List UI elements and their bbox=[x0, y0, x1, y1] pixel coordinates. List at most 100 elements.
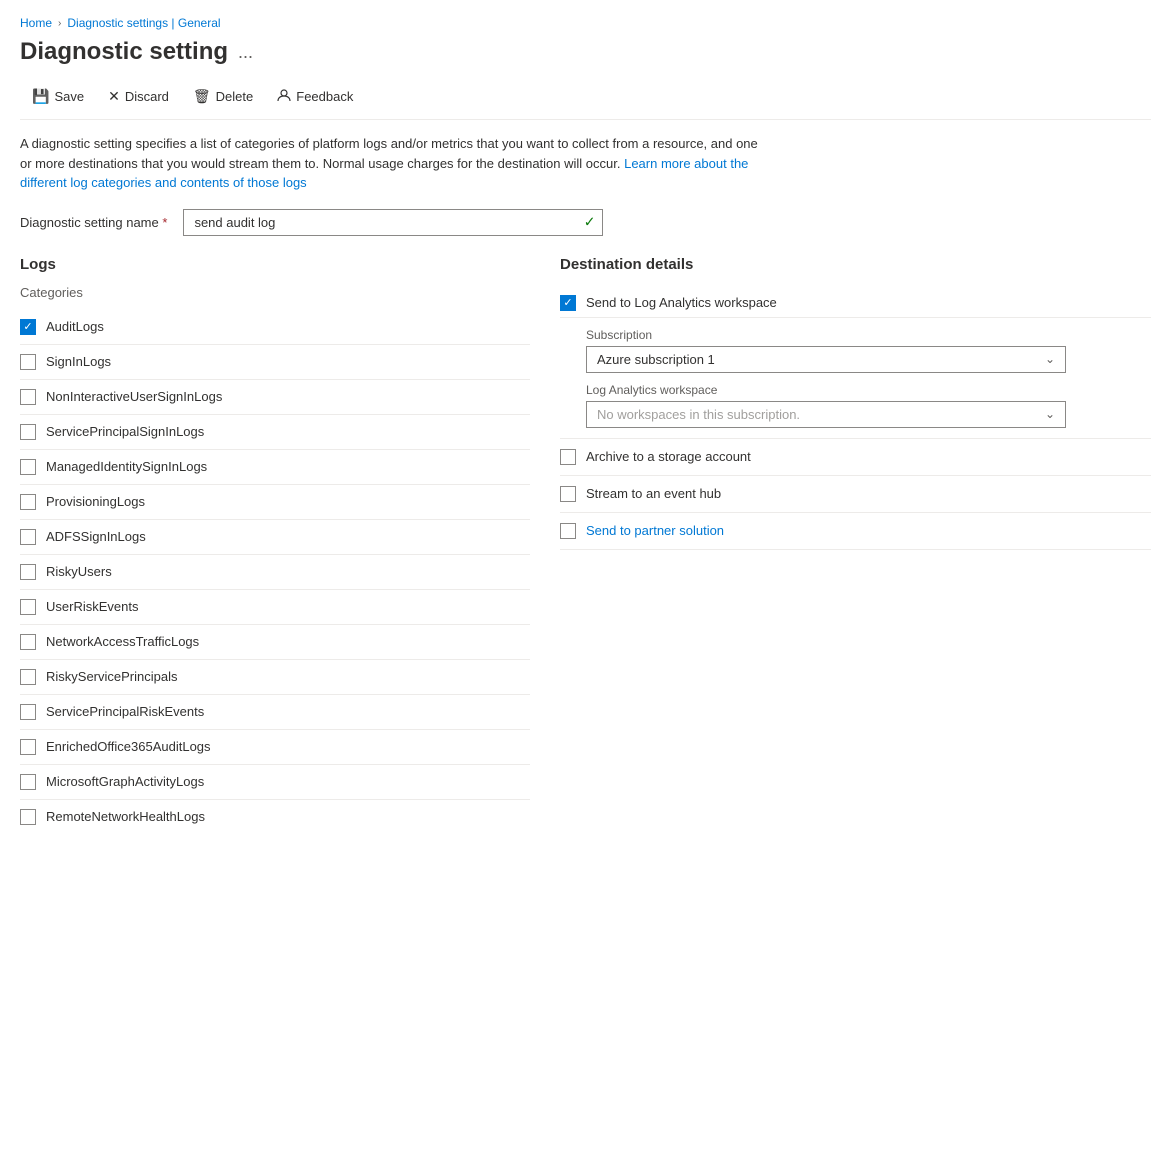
storage-checkbox[interactable] bbox=[560, 449, 576, 465]
category-label-provisioning: ProvisioningLogs bbox=[46, 494, 145, 509]
category-checkbox-serviceprincipal[interactable] bbox=[20, 424, 36, 440]
category-checkbox-enriched[interactable] bbox=[20, 739, 36, 755]
page-container: Home › Diagnostic settings | General Dia… bbox=[0, 0, 1171, 850]
category-checkbox-spriskevent[interactable] bbox=[20, 704, 36, 720]
breadcrumb: Home › Diagnostic settings | General bbox=[20, 16, 1151, 30]
category-label-msgraph: MicrosoftGraphActivityLogs bbox=[46, 774, 204, 789]
delete-icon: 🗑 bbox=[193, 88, 211, 105]
logs-sub-header: Categories bbox=[20, 285, 530, 300]
logs-column: Logs Categories AuditLogs SignInLogs NonIn… bbox=[20, 256, 560, 834]
category-row: SignInLogs bbox=[20, 345, 530, 380]
destination-column: Destination details Send to Log Analytic… bbox=[560, 256, 1151, 834]
diagnostic-name-label: Diagnostic setting name * bbox=[20, 215, 167, 230]
category-checkbox-provisioning[interactable] bbox=[20, 494, 36, 510]
diagnostic-name-input-wrap: ✓ bbox=[183, 209, 603, 236]
category-row: RiskyServicePrincipals bbox=[20, 660, 530, 695]
toolbar: 💾 Save ✕ Discard 🗑 Delete Feedback bbox=[20, 82, 1151, 120]
partner-checkbox[interactable] bbox=[560, 523, 576, 539]
delete-label: Delete bbox=[216, 89, 254, 104]
discard-button[interactable]: ✕ Discard bbox=[96, 82, 181, 111]
subscription-value: Azure subscription 1 bbox=[597, 352, 715, 367]
diagnostic-name-row: Diagnostic setting name * ✓ bbox=[20, 209, 1151, 236]
category-checkbox-msgraph[interactable] bbox=[20, 774, 36, 790]
workspace-chevron-icon: ⌄ bbox=[1045, 407, 1055, 421]
workspace-value: No workspaces in this subscription. bbox=[597, 407, 800, 422]
subscription-label: Subscription bbox=[586, 328, 1151, 342]
page-title-more-options[interactable]: ... bbox=[238, 42, 253, 63]
storage-label: Archive to a storage account bbox=[586, 449, 751, 464]
breadcrumb-sep-1: › bbox=[58, 18, 61, 29]
save-button[interactable]: 💾 Save bbox=[20, 82, 96, 111]
eventhub-row: Stream to an event hub bbox=[560, 476, 1151, 513]
page-title: Diagnostic setting bbox=[20, 38, 228, 66]
destination-header: Destination details bbox=[560, 256, 1151, 273]
category-label-networkacess: NetworkAccessTrafficLogs bbox=[46, 634, 199, 649]
breadcrumb-diagnostic-settings[interactable]: Diagnostic settings | General bbox=[67, 16, 220, 30]
category-row: MicrosoftGraphActivityLogs bbox=[20, 765, 530, 800]
category-row: RemoteNetworkHealthLogs bbox=[20, 800, 530, 834]
feedback-icon bbox=[277, 88, 291, 105]
category-checkbox-adfs[interactable] bbox=[20, 529, 36, 545]
workspace-label: Log Analytics workspace bbox=[586, 383, 1151, 397]
subscription-group: Subscription Azure subscription 1 ⌄ Log … bbox=[560, 318, 1151, 439]
main-content: Logs Categories AuditLogs SignInLogs NonIn… bbox=[20, 256, 1151, 834]
category-row: ProvisioningLogs bbox=[20, 485, 530, 520]
page-title-row: Diagnostic setting ... bbox=[20, 38, 1151, 66]
category-label-noninteractive: NonInteractiveUserSignInLogs bbox=[46, 389, 222, 404]
category-label-serviceprincipal: ServicePrincipalSignInLogs bbox=[46, 424, 204, 439]
delete-button[interactable]: 🗑 Delete bbox=[181, 82, 265, 111]
subscription-chevron-icon: ⌄ bbox=[1045, 352, 1055, 366]
category-row: EnrichedOffice365AuditLogs bbox=[20, 730, 530, 765]
category-row: ADFSSignInLogs bbox=[20, 520, 530, 555]
logs-section-header: Logs bbox=[20, 256, 530, 273]
category-row: ServicePrincipalRiskEvents bbox=[20, 695, 530, 730]
diagnostic-name-input[interactable] bbox=[183, 209, 603, 236]
category-row: AuditLogs bbox=[20, 310, 530, 345]
categories-list: AuditLogs SignInLogs NonInteractiveUserSig… bbox=[20, 310, 530, 834]
category-checkbox-networkacess[interactable] bbox=[20, 634, 36, 650]
category-checkbox-userrisk[interactable] bbox=[20, 599, 36, 615]
description-text: A diagnostic setting specifies a list of… bbox=[20, 134, 760, 193]
category-checkbox-remotenetwork[interactable] bbox=[20, 809, 36, 825]
category-row: RiskyUsers bbox=[20, 555, 530, 590]
category-checkbox-signin[interactable] bbox=[20, 354, 36, 370]
eventhub-label: Stream to an event hub bbox=[586, 486, 721, 501]
category-label-remotenetwork: RemoteNetworkHealthLogs bbox=[46, 809, 205, 824]
save-icon: 💾 bbox=[32, 88, 49, 105]
category-checkbox-riskyusers[interactable] bbox=[20, 564, 36, 580]
input-valid-icon: ✓ bbox=[584, 214, 596, 231]
breadcrumb-home[interactable]: Home bbox=[20, 16, 52, 30]
category-label-adfs: ADFSSignInLogs bbox=[46, 529, 146, 544]
category-label-riskyusers: RiskyUsers bbox=[46, 564, 112, 579]
category-checkbox-riskyservice[interactable] bbox=[20, 669, 36, 685]
category-row: ManagedIdentitySignInLogs bbox=[20, 450, 530, 485]
category-checkbox-audit[interactable] bbox=[20, 319, 36, 335]
log-analytics-checkbox[interactable] bbox=[560, 295, 576, 311]
eventhub-checkbox[interactable] bbox=[560, 486, 576, 502]
discard-label: Discard bbox=[125, 89, 169, 104]
category-row: NonInteractiveUserSignInLogs bbox=[20, 380, 530, 415]
category-label-audit: AuditLogs bbox=[46, 319, 104, 334]
category-label-userrisk: UserRiskEvents bbox=[46, 599, 138, 614]
partner-row: Send to partner solution bbox=[560, 513, 1151, 550]
save-label: Save bbox=[54, 89, 84, 104]
category-label-spriskevent: ServicePrincipalRiskEvents bbox=[46, 704, 204, 719]
log-analytics-label: Send to Log Analytics workspace bbox=[586, 295, 777, 310]
required-marker: * bbox=[162, 215, 167, 230]
storage-row: Archive to a storage account bbox=[560, 439, 1151, 476]
feedback-label: Feedback bbox=[296, 89, 353, 104]
category-checkbox-managedidentity[interactable] bbox=[20, 459, 36, 475]
partner-label: Send to partner solution bbox=[586, 523, 724, 538]
workspace-dropdown[interactable]: No workspaces in this subscription. ⌄ bbox=[586, 401, 1066, 428]
category-checkbox-noninteractive[interactable] bbox=[20, 389, 36, 405]
discard-icon: ✕ bbox=[108, 88, 120, 105]
feedback-button[interactable]: Feedback bbox=[265, 82, 365, 111]
category-row: ServicePrincipalSignInLogs bbox=[20, 415, 530, 450]
category-label-riskyservice: RiskyServicePrincipals bbox=[46, 669, 177, 684]
category-row: UserRiskEvents bbox=[20, 590, 530, 625]
category-label-signin: SignInLogs bbox=[46, 354, 111, 369]
log-analytics-row: Send to Log Analytics workspace bbox=[560, 285, 1151, 318]
subscription-dropdown[interactable]: Azure subscription 1 ⌄ bbox=[586, 346, 1066, 373]
category-label-managedidentity: ManagedIdentitySignInLogs bbox=[46, 459, 207, 474]
category-row: NetworkAccessTrafficLogs bbox=[20, 625, 530, 660]
